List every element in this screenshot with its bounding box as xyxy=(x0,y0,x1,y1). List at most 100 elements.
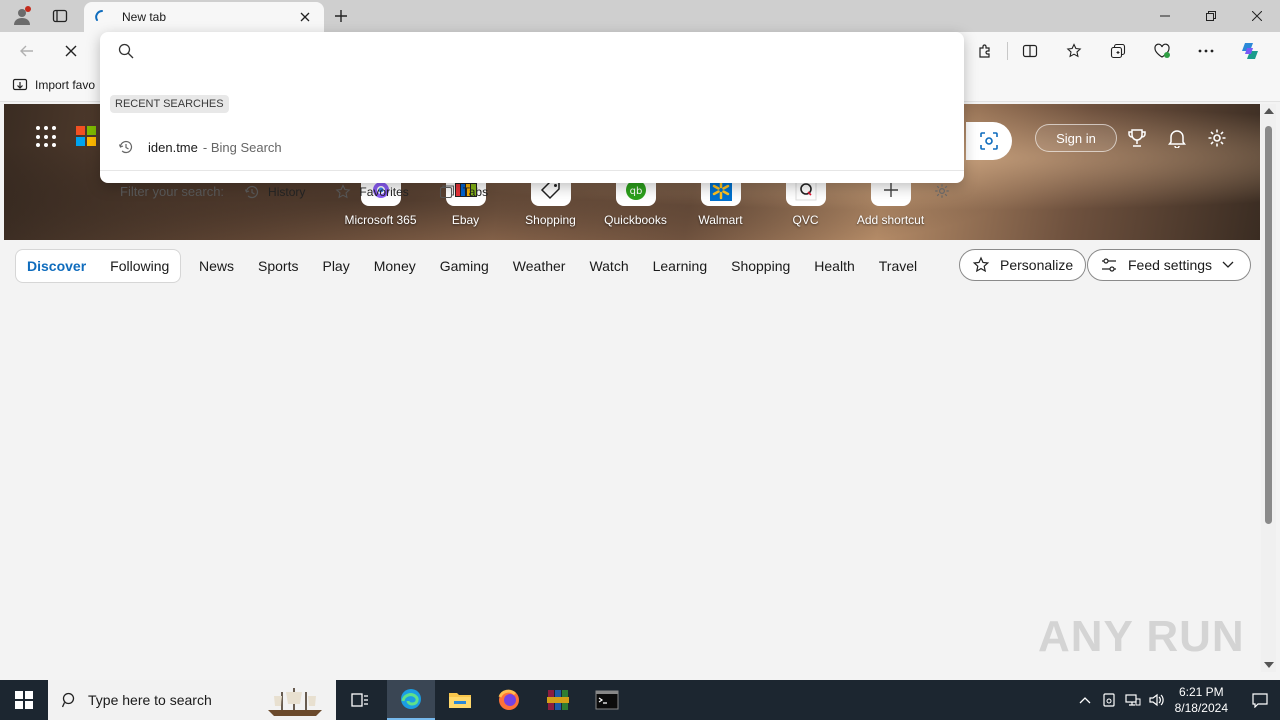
gear-icon xyxy=(935,184,949,198)
scroll-down-arrow-icon[interactable] xyxy=(1264,662,1274,668)
start-button[interactable] xyxy=(0,680,48,720)
collections-icon xyxy=(1110,43,1126,59)
winrar-icon xyxy=(547,690,569,710)
filter-label: Filter your search: xyxy=(120,184,225,199)
close-icon xyxy=(1252,11,1262,21)
shortcut-label: QVC xyxy=(792,213,819,227)
history-clock-icon xyxy=(244,185,259,198)
windows-logo-icon xyxy=(15,691,33,709)
notifications-center-button[interactable] xyxy=(1240,692,1280,708)
import-favorites-button[interactable]: Import favo xyxy=(12,77,95,93)
import-favorites-label: Import favo xyxy=(35,78,96,92)
feed-navigation: Discover Following News Sports Play Mone… xyxy=(4,240,1260,290)
tab-actions-icon xyxy=(52,9,68,23)
category-play[interactable]: Play xyxy=(322,258,349,274)
shortcut-label: Shopping xyxy=(525,213,576,227)
filter-favorites[interactable]: Favorites xyxy=(335,183,409,200)
filter-favorites-label: Favorites xyxy=(359,184,409,199)
minimize-button[interactable] xyxy=(1142,0,1188,32)
shortcut-label: Walmart xyxy=(698,213,743,227)
plus-icon xyxy=(335,10,347,22)
personalize-button[interactable]: Personalize xyxy=(959,249,1087,281)
task-view-button[interactable] xyxy=(336,680,384,720)
shortcut-label: Microsoft 365 xyxy=(344,213,417,227)
taskbar-winrar[interactable] xyxy=(534,680,582,720)
copilot-button[interactable] xyxy=(1228,38,1272,64)
taskbar-file-explorer[interactable] xyxy=(436,680,484,720)
new-tab-button[interactable] xyxy=(330,4,352,28)
search-highlight-ship-icon xyxy=(268,688,322,716)
category-health[interactable]: Health xyxy=(814,258,854,274)
show-hidden-icons-button[interactable] xyxy=(1073,696,1097,704)
profile-button[interactable] xyxy=(8,4,36,28)
search-filter-row: Filter your search: History Favorites Ta… xyxy=(100,170,964,212)
restore-button[interactable] xyxy=(1188,0,1234,32)
clock[interactable]: 6:21 PM 8/18/2024 xyxy=(1175,684,1228,716)
collections-button[interactable] xyxy=(1096,38,1140,64)
category-shopping[interactable]: Shopping xyxy=(731,258,790,274)
split-screen-button[interactable] xyxy=(1008,38,1052,64)
tab-strip: New tab xyxy=(0,0,1280,32)
notifications-button[interactable] xyxy=(1165,126,1189,150)
category-gaming[interactable]: Gaming xyxy=(440,258,489,274)
toolbar-actions xyxy=(963,38,1272,64)
shortcut-label: Ebay xyxy=(451,213,480,227)
taskbar-edge[interactable] xyxy=(387,680,435,720)
feed-settings-button[interactable]: Feed settings xyxy=(1087,249,1251,281)
star-icon xyxy=(335,183,351,198)
page-settings-button[interactable] xyxy=(1205,126,1229,150)
category-weather[interactable]: Weather xyxy=(513,258,566,274)
filter-tabs[interactable]: Tabs xyxy=(439,184,488,200)
browser-essentials-button[interactable] xyxy=(1140,38,1184,64)
tab-following[interactable]: Following xyxy=(110,258,169,274)
taskbar-firefox[interactable] xyxy=(485,680,533,720)
search-settings-button[interactable] xyxy=(934,183,950,202)
category-learning[interactable]: Learning xyxy=(653,258,708,274)
suggestion-query: iden.tme xyxy=(148,139,198,155)
taskbar-search-box[interactable]: Type here to search xyxy=(48,680,336,720)
category-money[interactable]: Money xyxy=(374,258,416,274)
speaker-icon xyxy=(1149,693,1164,707)
heart-pulse-icon xyxy=(1154,43,1170,58)
favorites-button[interactable] xyxy=(1052,38,1096,64)
tab-actions-button[interactable] xyxy=(46,4,74,28)
address-input[interactable] xyxy=(146,43,964,59)
visual-search-button[interactable] xyxy=(966,122,1012,160)
chevron-down-icon xyxy=(1222,261,1234,268)
tray-app-button[interactable] xyxy=(1097,693,1121,707)
settings-more-button[interactable] xyxy=(1184,38,1228,64)
scroll-thumb[interactable] xyxy=(1265,126,1272,524)
windows-taskbar: Type here to search 6:21 PM 8/18/2024 xyxy=(0,680,1280,720)
network-button[interactable] xyxy=(1121,693,1145,707)
extensions-button[interactable] xyxy=(963,38,1007,64)
tab-discover[interactable]: Discover xyxy=(27,258,86,274)
stop-loading-button[interactable] xyxy=(58,39,84,63)
visual-search-icon xyxy=(980,132,998,150)
category-travel[interactable]: Travel xyxy=(879,258,917,274)
anyrun-watermark: ANY RUN xyxy=(1038,612,1245,661)
history-suggestion[interactable]: iden.tme - Bing Search xyxy=(100,132,964,162)
close-window-button[interactable] xyxy=(1234,0,1280,32)
edge-icon xyxy=(401,689,421,709)
category-news[interactable]: News xyxy=(199,258,234,274)
scroll-up-arrow-icon[interactable] xyxy=(1264,108,1274,114)
personalize-label: Personalize xyxy=(1000,257,1074,273)
search-icon xyxy=(62,692,75,708)
category-sports[interactable]: Sports xyxy=(258,258,298,274)
tab-new-tab[interactable]: New tab xyxy=(84,2,324,32)
filter-history[interactable]: History xyxy=(244,184,305,200)
volume-button[interactable] xyxy=(1145,693,1169,707)
taskbar-terminal[interactable] xyxy=(583,680,631,720)
feed-tab-group: Discover Following xyxy=(15,249,182,283)
category-watch[interactable]: Watch xyxy=(589,258,628,274)
app-launcher-icon[interactable] xyxy=(36,126,58,148)
address-bar xyxy=(100,32,964,70)
rewards-button[interactable] xyxy=(1125,126,1149,150)
sliders-icon xyxy=(1102,258,1116,272)
vertical-scrollbar[interactable] xyxy=(1261,104,1276,672)
sign-in-button[interactable]: Sign in xyxy=(1035,124,1117,152)
back-button[interactable] xyxy=(14,39,40,63)
close-tab-icon[interactable] xyxy=(296,8,314,26)
sparkle-star-icon xyxy=(972,256,990,273)
close-icon xyxy=(65,45,77,57)
